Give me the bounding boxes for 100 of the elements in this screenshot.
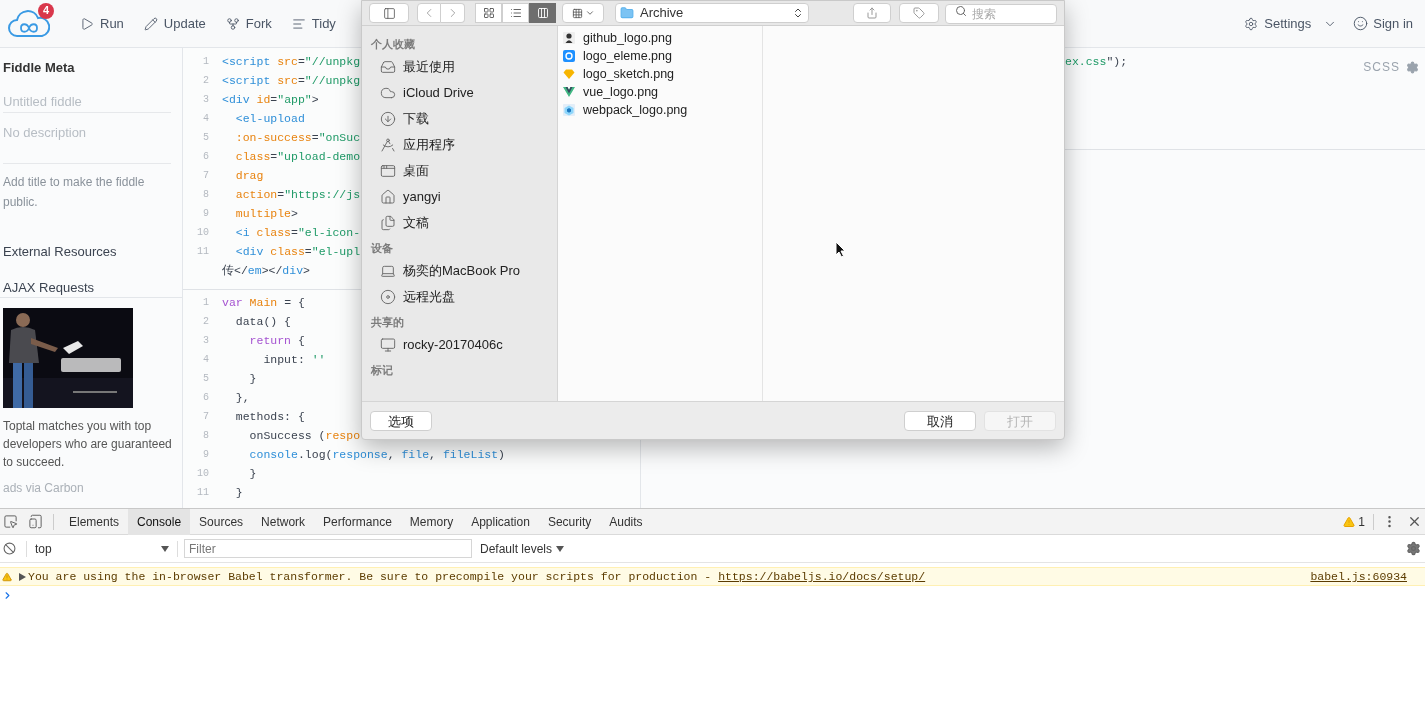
sidebar-section[interactable]: AJAX Requests — [3, 277, 172, 297]
line-number: 1 — [202, 296, 209, 310]
devtools-tab[interactable]: Application — [462, 508, 539, 535]
sidebar-item[interactable]: 最近使用 — [362, 54, 557, 80]
sidebar-section[interactable]: External Resources — [3, 242, 172, 262]
toolbar-button[interactable]: Tidy — [283, 8, 344, 39]
chevron-down-icon — [584, 8, 595, 18]
clear-icon[interactable] — [3, 542, 16, 555]
grid-icon — [482, 7, 495, 19]
console-message: You are using the in-browser Babel transformer. Be sure to precompile your scripts for production - https://babeljs.io/docs/setup/ — [28, 568, 926, 585]
laptop-icon — [380, 263, 396, 279]
code-line: :on-success="onSuc — [234, 129, 361, 146]
sidebar-toggle-button[interactable] — [369, 3, 409, 23]
line-number: 3 — [202, 93, 209, 107]
options-button[interactable]: 选项 — [370, 410, 432, 431]
file-name[interactable]: logo_sketch.png — [583, 64, 675, 84]
code-line: } — [234, 484, 243, 501]
settings-icon[interactable] — [1406, 541, 1421, 556]
sidebar-item[interactable]: 桌面 — [362, 158, 557, 184]
code-line: input: '' — [262, 351, 326, 368]
message-link[interactable]: https://babeljs.io/docs/setup/ — [718, 569, 926, 583]
v-shape-icon — [563, 86, 575, 98]
code-line: return { — [248, 332, 305, 349]
code-line: <el-upload — [234, 110, 305, 127]
context-select[interactable]: top — [33, 538, 171, 559]
code-line: 传</em></div> — [222, 262, 310, 279]
line-number: 3 — [202, 334, 209, 348]
devtools-tab[interactable]: Performance — [314, 508, 401, 535]
settings-icon[interactable] — [1406, 60, 1419, 74]
sidebar-heading: 共享的 — [370, 314, 405, 330]
toolbar-button[interactable]: Run — [72, 8, 132, 39]
line-number: 2 — [202, 74, 209, 88]
toolbar-button[interactable]: Fork — [217, 8, 280, 39]
code-line: var Main = { — [222, 294, 305, 311]
code-line: class="upload-demo — [234, 148, 361, 165]
sidebar-item[interactable]: 杨奕的MacBook Pro — [362, 258, 557, 284]
expand-arrow-icon[interactable] — [19, 572, 26, 581]
settings-button[interactable]: Settings — [1242, 8, 1340, 39]
line-number: 2 — [202, 315, 209, 329]
code-line: methods: { — [234, 408, 305, 425]
sidebar-heading: 个人收藏 — [370, 36, 416, 52]
sidebar-item[interactable]: yangyi — [362, 184, 557, 210]
app-tile-icon — [563, 50, 575, 62]
list-icon — [509, 7, 522, 19]
devtools-tab[interactable]: Audits — [600, 508, 652, 535]
monitor-icon — [380, 337, 396, 353]
devtools-tab[interactable]: Security — [538, 508, 601, 535]
arrange-button[interactable] — [562, 3, 604, 23]
devtools-tab[interactable]: Elements — [60, 508, 129, 535]
inspect-icon[interactable] — [3, 514, 18, 529]
figure-icon — [563, 32, 575, 44]
documents-icon — [380, 215, 396, 231]
sidebar-item[interactable]: 远程光盘 — [362, 284, 557, 310]
line-number: 7 — [202, 410, 209, 424]
filter-field[interactable]: Filter — [184, 539, 472, 558]
code-line: drag — [234, 167, 264, 184]
file-name[interactable]: vue_logo.png — [583, 82, 659, 102]
close-icon[interactable] — [1407, 514, 1422, 529]
sidebar-item[interactable]: 文稿 — [362, 210, 557, 236]
cancel-button[interactable]: 取消 — [904, 410, 976, 431]
devtools-tab[interactable]: Sources — [190, 508, 253, 535]
file-name[interactable]: logo_eleme.png — [583, 46, 672, 66]
hint-text: Add title to make the fiddle public. — [3, 174, 146, 211]
source-link[interactable]: babel.js:60934 — [1310, 567, 1407, 586]
language-label: SCSS — [1363, 59, 1400, 76]
location-popup[interactable]: Archive — [615, 3, 809, 23]
toolbar-button[interactable]: Update — [135, 8, 214, 39]
sidebar-heading: 标记 — [370, 362, 394, 378]
file-name[interactable]: webpack_logo.png — [583, 100, 688, 120]
sidebar-item[interactable]: rocky-20170406c — [362, 332, 557, 358]
description-field[interactable]: No description — [3, 122, 171, 164]
levels-dropdown[interactable]: Default levels — [480, 539, 565, 558]
mouse-cursor-icon — [835, 241, 846, 258]
view-mode-button[interactable] — [529, 3, 556, 23]
line-number: 4 — [202, 353, 209, 367]
devtools-tab[interactable]: Memory — [400, 508, 463, 535]
code-line: } — [248, 465, 257, 482]
line-number: 9 — [202, 448, 209, 462]
tag-icon — [913, 7, 925, 19]
code-line: } — [248, 370, 257, 387]
warning-icon — [1343, 515, 1356, 528]
sign-in-button[interactable]: Sign in — [1353, 8, 1413, 39]
code-line: <i class="el-icon- — [234, 224, 361, 241]
sidebar-item[interactable]: iCloud Drive — [362, 80, 557, 106]
title-field[interactable]: Untitled fiddle — [3, 91, 171, 113]
sidebar-item[interactable]: 应用程序 — [362, 132, 557, 158]
line-number: 11 — [196, 245, 209, 259]
line-number: 8 — [202, 188, 209, 202]
file-name[interactable]: github_logo.png — [583, 28, 672, 48]
folder-icon — [620, 6, 634, 20]
line-number: 10 — [196, 467, 209, 481]
warning-count[interactable]: 1 — [1343, 512, 1365, 531]
sidebar-item[interactable]: 下载 — [362, 106, 557, 132]
house-icon — [380, 189, 396, 205]
devtools-tab[interactable]: Network — [252, 508, 315, 535]
share-icon — [866, 7, 878, 19]
search-field[interactable]: 搜索 — [945, 4, 1057, 24]
devtools-tab[interactable]: Console — [128, 508, 191, 535]
device-icon[interactable] — [28, 514, 43, 529]
up-down-icon — [792, 7, 804, 19]
